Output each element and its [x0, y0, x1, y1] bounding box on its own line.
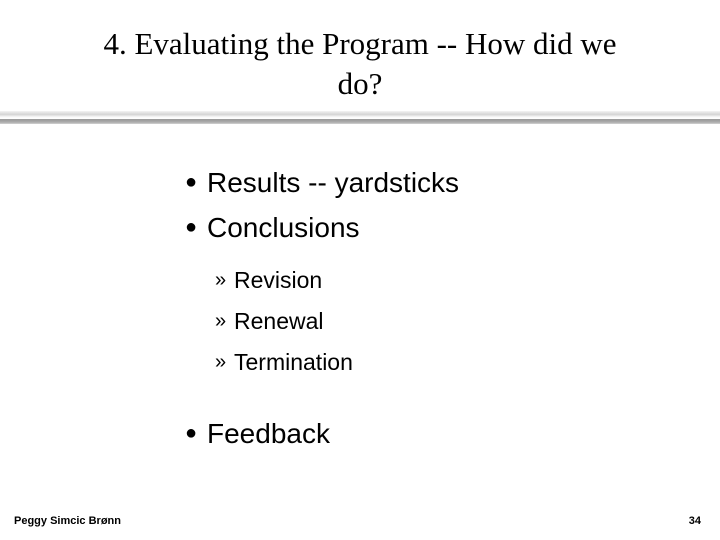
sub-bullet-marker-icon: »	[215, 269, 227, 291]
sub-bullet-marker-icon: »	[215, 351, 227, 373]
presentation-slide: 4. Evaluating the Program -- How did we …	[0, 0, 720, 540]
sub-bullet-group: » Revision » Renewal » Termination	[0, 260, 720, 383]
bullet-label: Results -- yardsticks	[207, 167, 460, 198]
sub-bullet-item-renewal: » Renewal	[215, 301, 720, 342]
slide-title-line-1: 4. Evaluating the Program -- How did we	[103, 26, 617, 61]
divider-dark-band	[0, 119, 720, 124]
bullet-item-results: ● Results -- yardsticks	[185, 160, 720, 205]
footer-author: Peggy Simcic Brønn	[14, 515, 121, 527]
slide-title: 4. Evaluating the Program -- How did we …	[36, 24, 684, 104]
bullet-label: Conclusions	[207, 212, 360, 243]
slide-body: ● Results -- yardsticks ● Conclusions » Rev…	[0, 160, 720, 456]
bullet-marker-icon: ●	[185, 216, 198, 238]
sub-bullet-label: Renewal	[234, 308, 324, 334]
bullet-item-conclusions: ● Conclusions	[185, 205, 720, 250]
divider-light-band	[0, 111, 720, 119]
sub-bullet-label: Revision	[234, 267, 323, 293]
sub-bullet-item-termination: » Termination	[215, 342, 720, 383]
bullet-marker-icon: ●	[185, 422, 198, 444]
footer-page-number: 34	[688, 515, 701, 527]
bullet-item-feedback: ● Feedback	[185, 411, 720, 456]
bullet-marker-icon: ●	[185, 171, 198, 193]
sub-bullet-item-revision: » Revision	[215, 260, 720, 301]
sub-bullet-label: Termination	[234, 349, 353, 375]
title-divider-bar	[0, 111, 720, 124]
bullet-label: Feedback	[207, 418, 330, 449]
slide-title-line-2: do?	[337, 66, 383, 101]
sub-bullet-marker-icon: »	[215, 310, 227, 332]
